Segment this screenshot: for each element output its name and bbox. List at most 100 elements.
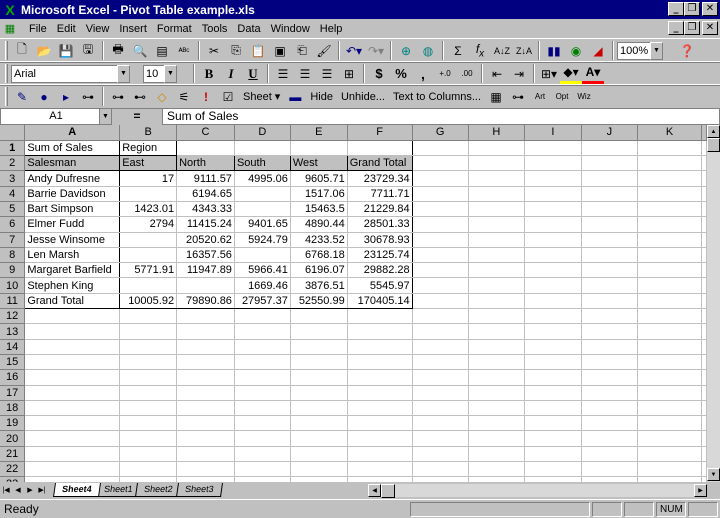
undo-icon[interactable]: ↶▾ [343, 40, 365, 61]
cell-i17[interactable] [524, 385, 582, 401]
cell-h19[interactable] [468, 415, 525, 432]
align-right-icon[interactable]: ☰ [316, 63, 338, 84]
cell-i4[interactable] [524, 186, 582, 202]
cell-i19[interactable] [524, 415, 582, 432]
fill-color-icon[interactable]: ◆▾ [560, 63, 582, 84]
cell-j4[interactable] [581, 186, 638, 202]
cell-f16[interactable] [347, 369, 413, 386]
scroll-right-icon[interactable]: ▶ [694, 484, 707, 497]
align-center-icon[interactable]: ☰ [294, 63, 316, 84]
cell-a9[interactable]: Margaret Barfield [24, 262, 121, 279]
cell-d5[interactable] [234, 201, 291, 218]
cell-d14[interactable] [234, 339, 291, 355]
cell-f15[interactable] [347, 354, 413, 371]
sheet-button[interactable]: Sheet ▾ [239, 86, 284, 107]
cell-g19[interactable] [412, 415, 469, 432]
cell-d16[interactable] [234, 369, 291, 386]
bold-button[interactable]: B [198, 63, 220, 84]
trace-icon[interactable]: ⊶ [107, 86, 129, 107]
sort-ascending-icon[interactable]: A↓Z [491, 40, 513, 61]
chevron-down-icon[interactable]: ▼ [117, 64, 130, 83]
cell-g6[interactable] [412, 216, 469, 233]
cell-c18[interactable] [176, 400, 235, 417]
map-icon[interactable]: ◉ [565, 40, 587, 61]
row-header[interactable]: 7 [0, 232, 26, 248]
row-header[interactable]: 21 [0, 446, 26, 463]
cell-f18[interactable] [347, 400, 413, 417]
cell-a12[interactable] [24, 308, 121, 325]
cell-c5[interactable]: 4343.33 [176, 201, 235, 218]
cell-i11[interactable] [524, 293, 582, 310]
cell-h21[interactable] [468, 446, 525, 463]
cell-e4[interactable]: 1517.06 [290, 186, 348, 202]
cell-d6[interactable]: 9401.65 [234, 216, 291, 233]
cell-c13[interactable] [176, 323, 235, 340]
row-header[interactable]: 17 [0, 385, 26, 401]
cell-j14[interactable] [581, 339, 638, 355]
cell-c3[interactable]: 9111.57 [176, 170, 235, 187]
excel-icon[interactable]: X [2, 2, 18, 18]
cell-b2[interactable]: East [119, 155, 178, 172]
tab-sheet4[interactable]: Sheet4 [53, 483, 101, 497]
cell-j8[interactable] [581, 247, 638, 264]
cell-d10[interactable]: 1669.46 [234, 277, 291, 294]
error-icon[interactable]: ! [195, 86, 217, 107]
cell-a10[interactable]: Stephen King [24, 277, 121, 294]
cell-j13[interactable] [581, 323, 638, 340]
cell-j1[interactable] [581, 140, 638, 157]
cell-b22[interactable] [119, 461, 178, 478]
cell-a8[interactable]: Len Marsh [24, 247, 121, 264]
unhide-button[interactable]: Unhide... [337, 86, 389, 107]
first-sheet-icon[interactable]: |◀ [0, 484, 12, 497]
cell-i5[interactable] [524, 201, 582, 218]
row-header[interactable]: 14 [0, 339, 26, 355]
cell-j11[interactable] [581, 293, 638, 310]
cell-a11[interactable]: Grand Total [24, 292, 121, 310]
cell-j3[interactable] [581, 170, 638, 187]
increase-indent-icon[interactable]: ⇥ [508, 63, 530, 84]
cell-b7[interactable] [119, 232, 178, 248]
text-to-columns-button[interactable]: Text to Columns... [389, 86, 485, 107]
cell-a17[interactable] [24, 385, 121, 401]
cell-a1[interactable]: Sum of Sales [24, 139, 121, 157]
cell-c12[interactable] [176, 308, 235, 325]
cell-f6[interactable]: 28501.33 [347, 216, 413, 233]
cut-icon[interactable]: ✂ [203, 40, 225, 61]
column-header-b[interactable]: B [119, 125, 178, 141]
cell-e19[interactable] [290, 415, 348, 432]
cell-d20[interactable] [234, 430, 291, 447]
cell-i3[interactable] [524, 170, 582, 187]
cell-h8[interactable] [468, 247, 525, 264]
cell-a22[interactable] [24, 461, 121, 478]
last-sheet-icon[interactable]: ▶| [36, 484, 48, 497]
cell-c2[interactable]: North [176, 155, 235, 172]
cell-k15[interactable] [637, 354, 703, 371]
print-icon[interactable]: 🖶 [107, 40, 129, 61]
sort-descending-icon[interactable]: Z↓A [513, 40, 535, 61]
cell-d4[interactable] [234, 186, 291, 202]
cell-c16[interactable] [176, 369, 235, 386]
checkbox-icon[interactable]: ☑ [217, 86, 239, 107]
decrease-decimal-icon[interactable]: .00 [456, 63, 478, 84]
cell-i10[interactable] [524, 277, 582, 294]
cell-c11[interactable]: 79890.86 [176, 292, 235, 310]
percent-button[interactable]: % [390, 63, 412, 84]
cell-d17[interactable] [234, 385, 291, 401]
font-color-icon[interactable]: A▾ [582, 63, 604, 84]
cell-a6[interactable]: Elmer Fudd [24, 216, 121, 233]
cell-k22[interactable] [637, 461, 703, 478]
cell-g11[interactable] [412, 293, 469, 310]
cell-i18[interactable] [524, 400, 582, 417]
cell-k19[interactable] [637, 415, 703, 432]
cell-f10[interactable]: 5545.97 [347, 277, 413, 294]
cell-b20[interactable] [119, 430, 178, 447]
menu-help[interactable]: Help [315, 23, 348, 35]
cell-i2[interactable] [524, 155, 582, 172]
row-header[interactable]: 2 [0, 155, 26, 172]
cell-k12[interactable] [637, 308, 703, 325]
chevron-down-icon[interactable]: ▼ [99, 108, 111, 124]
row-header[interactable]: 10 [0, 277, 26, 294]
cell-e14[interactable] [290, 339, 348, 355]
cell-c20[interactable] [176, 430, 235, 447]
cell-d2[interactable]: South [233, 155, 291, 172]
